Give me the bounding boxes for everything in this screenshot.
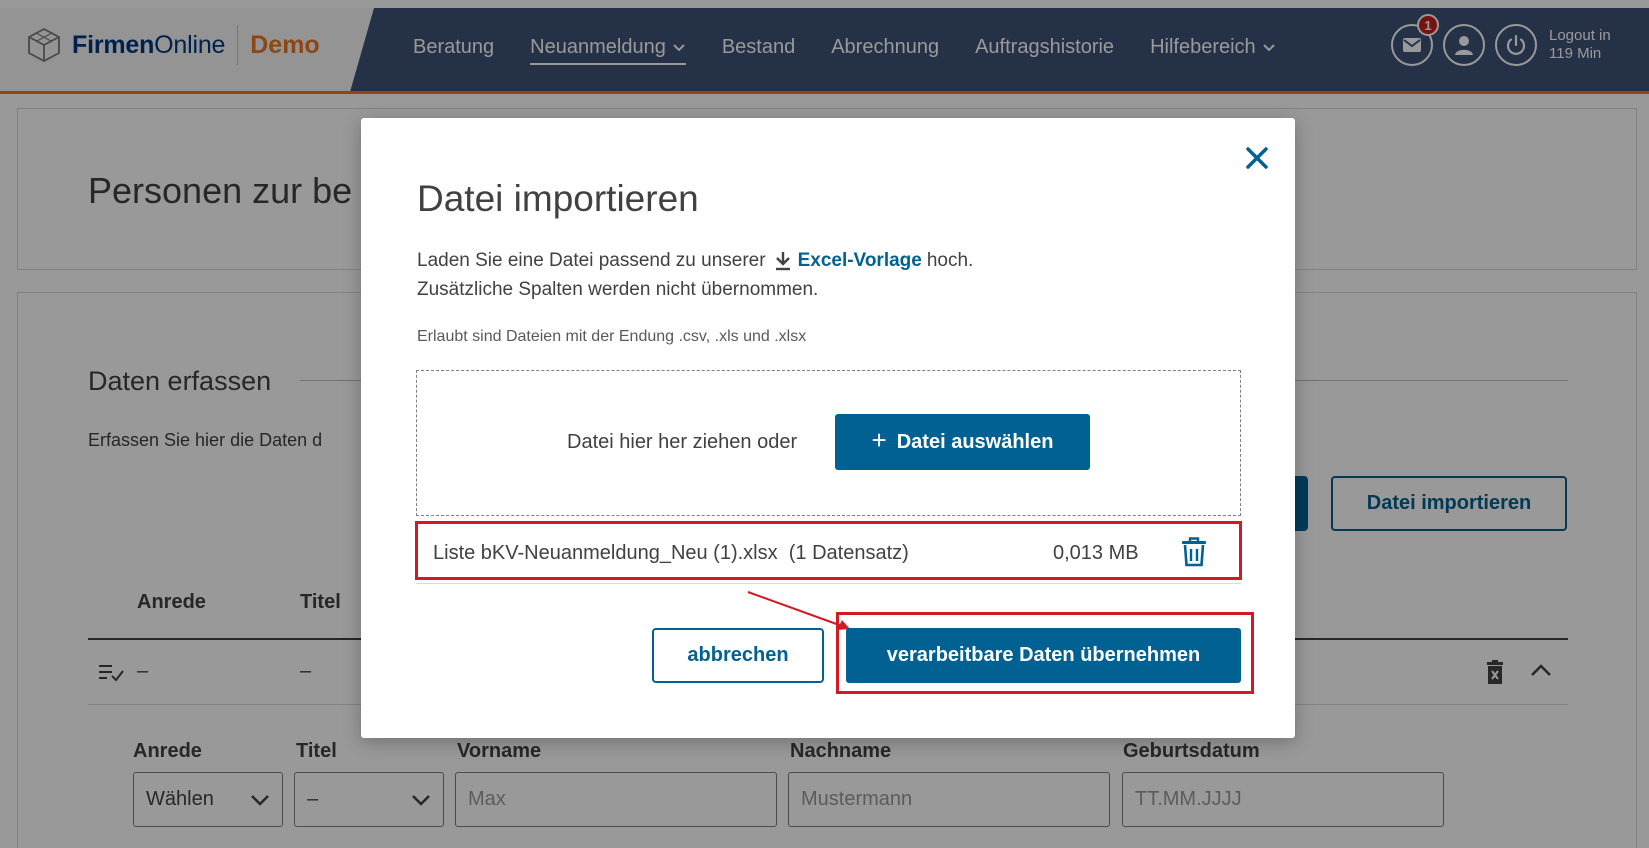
dialog-instruction-line2: Zusätzliche Spalten werden nicht übernom… [417,279,819,300]
cancel-button[interactable]: abbrechen [652,628,824,683]
close-icon[interactable] [1243,144,1271,172]
allowed-extensions-hint: Erlaubt sind Dateien mit der Endung .csv… [417,328,807,345]
dialog-title: Datei importieren [417,178,699,219]
download-icon [775,252,790,271]
file-highlight-box [415,521,1242,580]
choose-file-button[interactable]: + Datei auswählen [835,414,1090,470]
apply-highlight-box [836,612,1254,694]
excel-template-link[interactable]: Excel-Vorlage [798,250,922,272]
plus-icon: + [871,425,887,455]
dialog-instruction: Laden Sie eine Datei passend zu unserer … [417,250,974,272]
dropzone-text: Datei hier her ziehen oder [567,431,798,453]
import-dialog: Datei importieren Laden Sie eine Datei p… [361,118,1295,738]
file-dropzone[interactable]: Datei hier her ziehen oder + Datei auswä… [416,370,1241,516]
